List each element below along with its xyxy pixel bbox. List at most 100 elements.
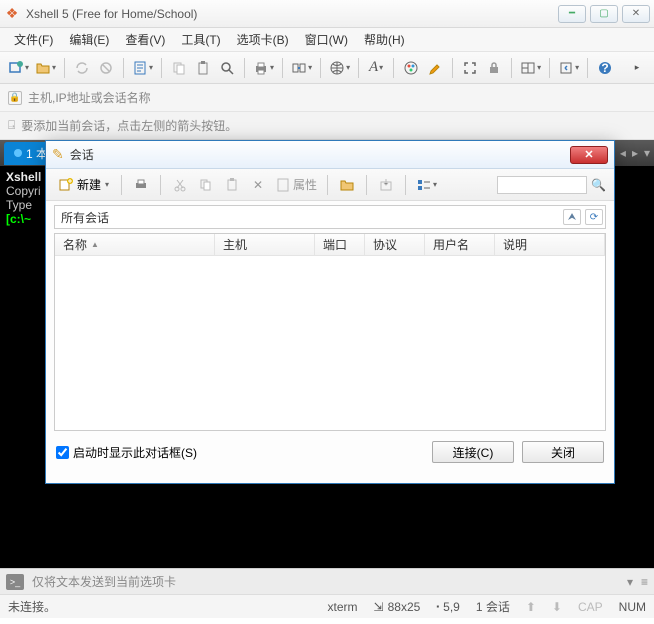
toolbar-overflow[interactable]: ▸: [626, 56, 648, 80]
search-icon[interactable]: 🔍: [591, 178, 606, 192]
color-scheme-icon[interactable]: [400, 56, 422, 80]
export-icon[interactable]: [375, 173, 397, 197]
send-menu-icon[interactable]: ≡: [641, 575, 648, 589]
open-icon[interactable]: ▾: [33, 56, 58, 80]
status-pos: ▪5,9: [436, 600, 460, 614]
app-icon: ❖: [4, 6, 20, 22]
globe-icon[interactable]: ▾: [327, 56, 352, 80]
folder-icon[interactable]: [336, 173, 358, 197]
status-term: xterm: [328, 600, 358, 614]
fullscreen-icon[interactable]: [459, 56, 481, 80]
path-text: 所有会话: [61, 209, 109, 226]
col-name[interactable]: 名称▲: [55, 234, 215, 255]
highlight-icon[interactable]: [424, 56, 446, 80]
session-list: 名称▲ 主机 端口 协议 用户名 说明: [54, 233, 606, 431]
dialog-paste-icon[interactable]: [221, 173, 243, 197]
col-username[interactable]: 用户名: [425, 234, 495, 255]
lock-icon[interactable]: [483, 56, 505, 80]
dialog-titlebar: ✎ 会话 ✕: [46, 141, 614, 169]
minimize-button[interactable]: ━: [558, 5, 586, 23]
status-bar: 未连接。 xterm ⇲88x25 ▪5,9 1 会话 ⬆ ⬇ CAP NUM: [0, 594, 654, 618]
help-icon[interactable]: ?: [594, 56, 616, 80]
address-bar: 🔒 主机,IP地址或会话名称: [0, 84, 654, 112]
copy-icon[interactable]: [168, 56, 190, 80]
print-icon[interactable]: ▾: [251, 56, 276, 80]
show-on-start-checkbox[interactable]: 启动时显示此对话框(S): [56, 444, 197, 461]
send-bar: >_ 仅将文本发送到当前选项卡 ▾ ≡: [0, 568, 654, 594]
reconnect-icon[interactable]: [71, 56, 93, 80]
delete-icon[interactable]: ✕: [247, 173, 269, 197]
status-size: ⇲88x25: [374, 600, 421, 614]
find-icon[interactable]: [216, 56, 238, 80]
status-cap: CAP: [578, 600, 603, 614]
address-placeholder[interactable]: 主机,IP地址或会话名称: [28, 89, 646, 106]
lock-indicator-icon: 🔒: [8, 91, 22, 105]
resize-icon: ⇲: [374, 600, 384, 614]
dialog-toolbar: 新建▾ ✕ 属性 ▾ 🔍: [46, 169, 614, 201]
dialog-copy-icon[interactable]: [195, 173, 217, 197]
connect-button[interactable]: 连接(C): [432, 441, 514, 463]
tab-next-icon[interactable]: ▸: [632, 146, 638, 160]
dialog-icon: ✎: [52, 146, 64, 163]
menu-tabs[interactable]: 选项卡(B): [231, 29, 295, 50]
tab-list-icon[interactable]: ▾: [644, 146, 650, 160]
cut-icon[interactable]: [169, 173, 191, 197]
layout-icon[interactable]: ▾: [518, 56, 543, 80]
refresh-icon[interactable]: ⟳: [585, 209, 603, 225]
menu-window[interactable]: 窗口(W): [299, 29, 354, 50]
tab-prev-icon[interactable]: ◂: [620, 146, 626, 160]
col-description[interactable]: 说明: [495, 234, 605, 255]
tab-status-icon: [14, 149, 22, 157]
menu-view[interactable]: 查看(V): [119, 29, 171, 50]
font-icon[interactable]: A▾: [365, 56, 387, 80]
up-folder-icon[interactable]: ⮝: [563, 209, 581, 225]
disconnect-icon[interactable]: [95, 56, 117, 80]
svg-text:?: ?: [601, 61, 608, 75]
status-up-icon: ⬆: [526, 600, 536, 614]
status-num: NUM: [619, 600, 646, 614]
window-title: Xshell 5 (Free for Home/School): [26, 7, 552, 21]
hint-bar: ⍈ 要添加当前会话，点击左侧的箭头按钮。: [0, 112, 654, 140]
col-port[interactable]: 端口: [315, 234, 365, 255]
window-titlebar: ❖ Xshell 5 (Free for Home/School) ━ ▢ ✕: [0, 0, 654, 28]
menu-bar: 文件(F) 编辑(E) 查看(V) 工具(T) 选项卡(B) 窗口(W) 帮助(…: [0, 28, 654, 52]
send-dropdown-icon[interactable]: ▾: [627, 575, 633, 589]
transfer-icon[interactable]: ▾: [289, 56, 314, 80]
main-toolbar: ▾ ▾ ▾ ▾ ▾ ▾ A▾ ▾ ▾ ? ▸: [0, 52, 654, 84]
dialog-bottom-bar: 启动时显示此对话框(S) 连接(C) 关闭: [46, 435, 614, 469]
new-session-button[interactable]: 新建▾: [54, 174, 113, 195]
menu-tools[interactable]: 工具(T): [175, 29, 226, 50]
status-connection: 未连接。: [8, 598, 56, 615]
close-button[interactable]: ✕: [622, 5, 650, 23]
list-headers: 名称▲ 主机 端口 协议 用户名 说明: [55, 234, 605, 256]
dialog-close-button[interactable]: ✕: [570, 146, 608, 164]
show-on-start-input[interactable]: [56, 446, 69, 459]
list-body[interactable]: [55, 256, 605, 430]
dialog-title: 会话: [70, 146, 564, 163]
sort-asc-icon: ▲: [91, 240, 99, 249]
col-protocol[interactable]: 协议: [365, 234, 425, 255]
add-session-arrow-icon[interactable]: ⍈: [8, 118, 15, 133]
hint-text: 要添加当前会话，点击左侧的箭头按钮。: [21, 117, 237, 134]
dialog-print-icon[interactable]: [130, 173, 152, 197]
properties-icon[interactable]: ▾: [130, 56, 155, 80]
menu-edit[interactable]: 编辑(E): [63, 29, 115, 50]
sessions-dialog: ✎ 会话 ✕ 新建▾ ✕ 属性 ▾ 🔍 所有会话 ⮝: [45, 140, 615, 484]
send-prompt-icon[interactable]: >_: [6, 574, 24, 590]
view-mode-icon[interactable]: ▾: [414, 173, 439, 197]
script-icon[interactable]: ▾: [556, 56, 581, 80]
maximize-button[interactable]: ▢: [590, 5, 618, 23]
status-sessions: 1 会话: [476, 598, 510, 615]
dialog-close-btn[interactable]: 关闭: [522, 441, 604, 463]
menu-file[interactable]: 文件(F): [8, 29, 59, 50]
dialog-properties-button[interactable]: 属性: [273, 173, 319, 197]
dialog-search-input[interactable]: [497, 176, 587, 194]
window-controls: ━ ▢ ✕: [558, 5, 650, 23]
paste-icon[interactable]: [192, 56, 214, 80]
new-session-icon[interactable]: ▾: [6, 56, 31, 80]
status-down-icon: ⬇: [552, 600, 562, 614]
menu-help[interactable]: 帮助(H): [358, 29, 411, 50]
col-host[interactable]: 主机: [215, 234, 315, 255]
dialog-path-bar[interactable]: 所有会话 ⮝ ⟳: [54, 205, 606, 229]
send-text[interactable]: 仅将文本发送到当前选项卡: [32, 573, 619, 590]
